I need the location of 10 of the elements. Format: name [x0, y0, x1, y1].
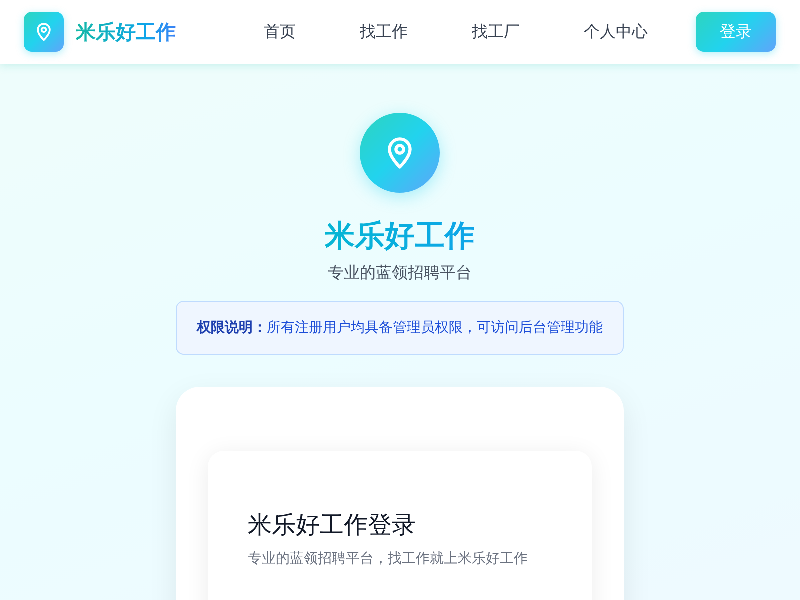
map-pin-icon[interactable] — [24, 12, 64, 52]
map-pin-icon — [360, 113, 440, 193]
hero-subtitle: 专业的蓝领招聘平台 — [328, 262, 472, 284]
login-subtitle: 专业的蓝领招聘平台，找工作就上米乐好工作 — [248, 550, 529, 569]
login-title: 米乐好工作登录 — [248, 510, 417, 541]
nav-link[interactable]: 个人中心 — [584, 22, 648, 42]
nav-link[interactable]: 找工厂 — [472, 22, 520, 42]
notice-text: 权限说明：所有注册用户均具备管理员权限，可访问后台管理功能 — [197, 319, 603, 337]
nav-link[interactable]: 首页 — [264, 22, 296, 42]
nav-link[interactable]: 找工作 — [360, 22, 408, 42]
